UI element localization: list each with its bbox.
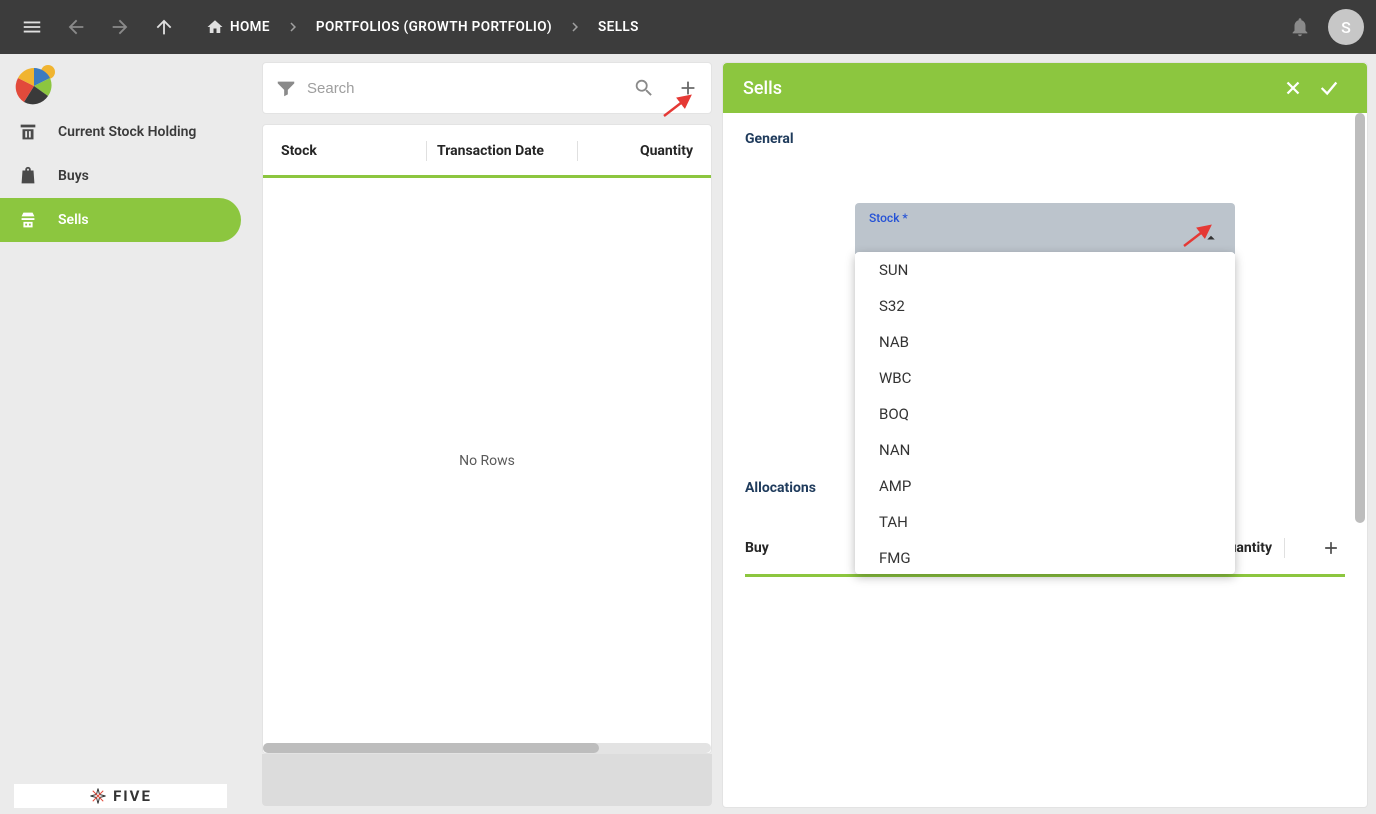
chevron-right-icon xyxy=(566,18,584,36)
detail-body: General Stock * SUNS32NABWBCBOQNANAMPTAH… xyxy=(723,113,1367,807)
search-input[interactable] xyxy=(307,80,623,97)
close-button[interactable] xyxy=(1275,70,1311,106)
add-button[interactable] xyxy=(677,77,699,99)
sidebar-item-label: Sells xyxy=(58,212,89,228)
alloc-add-button[interactable] xyxy=(1317,534,1345,562)
filter-icon[interactable] xyxy=(275,77,297,99)
stock-dropdown: SUNS32NABWBCBOQNANAMPTAHFMG xyxy=(855,252,1235,574)
hscrollbar[interactable] xyxy=(263,743,711,753)
holding-icon xyxy=(16,120,40,144)
stock-field: Stock * SUNS32NABWBCBOQNANAMPTAHFMG xyxy=(855,203,1235,254)
breadcrumb-home[interactable]: HOME xyxy=(198,18,278,36)
stock-field-box[interactable]: Stock * xyxy=(855,203,1235,254)
detail-panel: Sells General Stock * SUNS32NABWBCBOQNAN… xyxy=(722,62,1368,808)
sidebar-item-label: Current Stock Holding xyxy=(58,124,196,140)
dropdown-item-s32[interactable]: S32 xyxy=(855,288,1235,324)
list-table: Stock Transaction Date Quantity No Rows xyxy=(262,124,712,754)
topbar: HOME PORTFOLIOS (GROWTH PORTFOLIO) SELLS… xyxy=(0,0,1376,54)
breadcrumb-sells-label: SELLS xyxy=(598,19,639,35)
detail-header: Sells xyxy=(723,63,1367,113)
dropdown-item-sun[interactable]: SUN xyxy=(855,252,1235,288)
vscrollbar-thumb[interactable] xyxy=(1355,113,1365,523)
breadcrumb: HOME PORTFOLIOS (GROWTH PORTFOLIO) SELLS xyxy=(198,18,647,36)
dropdown-item-amp[interactable]: AMP xyxy=(855,468,1235,504)
dropdown-item-nab[interactable]: NAB xyxy=(855,324,1235,360)
dropdown-item-tah[interactable]: TAH xyxy=(855,504,1235,540)
breadcrumb-portfolios-label: PORTFOLIOS (GROWTH PORTFOLIO) xyxy=(316,19,552,35)
logo xyxy=(0,54,255,110)
footer-brand-label: FIVE xyxy=(113,787,152,805)
dropdown-item-nan[interactable]: NAN xyxy=(855,432,1235,468)
dropdown-item-fmg[interactable]: FMG xyxy=(855,540,1235,574)
topbar-right: S xyxy=(1280,7,1364,47)
stock-label: Stock * xyxy=(869,211,1221,225)
stock-input[interactable] xyxy=(869,227,1201,248)
topbar-left: HOME PORTFOLIOS (GROWTH PORTFOLIO) SELLS xyxy=(12,7,647,47)
up-button[interactable] xyxy=(144,7,184,47)
chevron-up-icon[interactable] xyxy=(1201,228,1221,248)
col-separator xyxy=(426,141,427,161)
sidebar-item-buys[interactable]: Buys xyxy=(0,154,241,198)
section-general: General xyxy=(745,131,1345,147)
notifications-button[interactable] xyxy=(1280,7,1320,47)
buy-icon xyxy=(16,164,40,188)
sidebar: Current Stock Holding Buys Sells FIVE xyxy=(0,54,255,814)
table-body: No Rows xyxy=(263,178,711,743)
back-button[interactable] xyxy=(56,7,96,47)
breadcrumb-sells[interactable]: SELLS xyxy=(590,19,647,35)
dropdown-item-boq[interactable]: BOQ xyxy=(855,396,1235,432)
sell-icon xyxy=(16,208,40,232)
confirm-button[interactable] xyxy=(1311,70,1347,106)
sidebar-item-current-stock-holding[interactable]: Current Stock Holding xyxy=(0,110,241,154)
sidebar-item-label: Buys xyxy=(58,168,89,184)
avatar-letter: S xyxy=(1341,18,1351,37)
menu-button[interactable] xyxy=(12,7,52,47)
col-separator xyxy=(1284,538,1285,558)
col-qty[interactable]: Quantity xyxy=(588,141,693,161)
breadcrumb-portfolios[interactable]: PORTFOLIOS (GROWTH PORTFOLIO) xyxy=(308,19,560,35)
footer-brand: FIVE xyxy=(14,784,227,808)
search-icon[interactable] xyxy=(633,77,655,99)
sidebar-item-sells[interactable]: Sells xyxy=(0,198,241,242)
avatar[interactable]: S xyxy=(1328,9,1364,45)
table-header: Stock Transaction Date Quantity xyxy=(263,125,711,178)
list-panel: Stock Transaction Date Quantity No Rows xyxy=(262,62,712,808)
hscrollbar-thumb[interactable] xyxy=(263,743,599,753)
col-date[interactable]: Transaction Date xyxy=(437,141,567,161)
forward-button[interactable] xyxy=(100,7,140,47)
search-bar xyxy=(262,62,712,114)
detail-title: Sells xyxy=(743,78,782,99)
col-stock[interactable]: Stock xyxy=(281,141,416,161)
chevron-right-icon xyxy=(284,18,302,36)
breadcrumb-home-label: HOME xyxy=(230,19,270,35)
col-separator xyxy=(577,141,578,161)
list-bottom-pad xyxy=(262,754,712,806)
dropdown-item-wbc[interactable]: WBC xyxy=(855,360,1235,396)
empty-label: No Rows xyxy=(459,453,515,469)
